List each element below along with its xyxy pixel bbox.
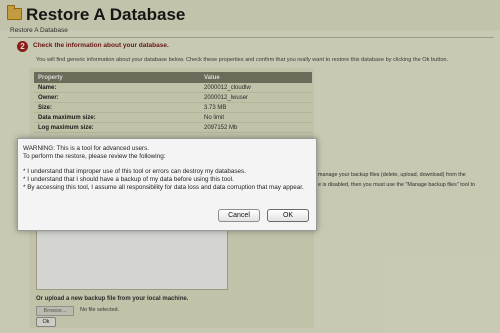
instruction-text: To perform the restore, please review th… [23, 153, 166, 160]
acknowledgement-item: * I understand that improper use of this… [23, 168, 246, 175]
warning-dialog: WARNING: This is a tool for advanced use… [17, 138, 317, 231]
acknowledgement-item: * By accessing this tool, I assume all r… [23, 184, 304, 191]
cancel-button[interactable]: Cancel [218, 209, 260, 222]
warning-text: WARNING: This is a tool for advanced use… [23, 145, 149, 152]
acknowledgement-item: * I understand that I should have a back… [23, 176, 234, 183]
ok-button[interactable]: OK [267, 209, 309, 222]
